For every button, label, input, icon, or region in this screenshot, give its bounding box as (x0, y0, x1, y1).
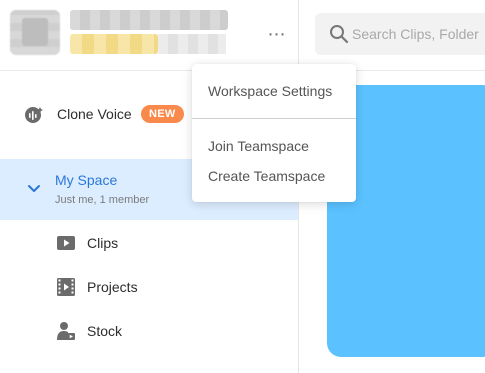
clone-voice-label: Clone Voice (57, 106, 132, 122)
workspace-dropdown-menu: Workspace Settings Join Teamspace Create… (192, 64, 356, 202)
sidebar-item-label: Stock (87, 323, 123, 339)
sidebar-item-label: Clips (87, 235, 119, 251)
new-badge: NEW (141, 105, 184, 123)
workspace-avatar[interactable] (10, 10, 60, 55)
menu-item-workspace-settings[interactable]: Workspace Settings (208, 83, 332, 99)
menu-item-create-teamspace[interactable]: Create Teamspace (208, 168, 325, 184)
projects-icon (57, 278, 75, 296)
menu-divider (192, 118, 356, 119)
workspace-name-blurred (70, 10, 228, 30)
more-icon: ⋯ (267, 24, 287, 44)
search-icon (330, 25, 349, 44)
sidebar-item-stock[interactable]: Stock (0, 314, 298, 348)
clips-icon (57, 236, 75, 250)
sidebar-item-projects[interactable]: Projects (0, 270, 298, 304)
menu-item-join-teamspace[interactable]: Join Teamspace (208, 138, 309, 154)
workspace-plan-blurred (70, 34, 226, 54)
chevron-down-icon[interactable] (26, 181, 42, 197)
clone-voice-icon (25, 107, 43, 123)
my-space-title: My Space (55, 172, 118, 188)
sidebar-item-label: Projects (87, 279, 138, 295)
search-bar[interactable]: Search Clips, Folder (315, 13, 485, 55)
my-space-subtitle: Just me, 1 member (55, 194, 150, 206)
workspace-header: ⋯ (0, 0, 298, 71)
more-options-button[interactable]: ⋯ (262, 22, 292, 46)
sidebar-item-clips[interactable]: Clips (0, 226, 298, 260)
search-input[interactable]: Search Clips, Folder (352, 26, 479, 42)
stock-icon (57, 322, 75, 340)
